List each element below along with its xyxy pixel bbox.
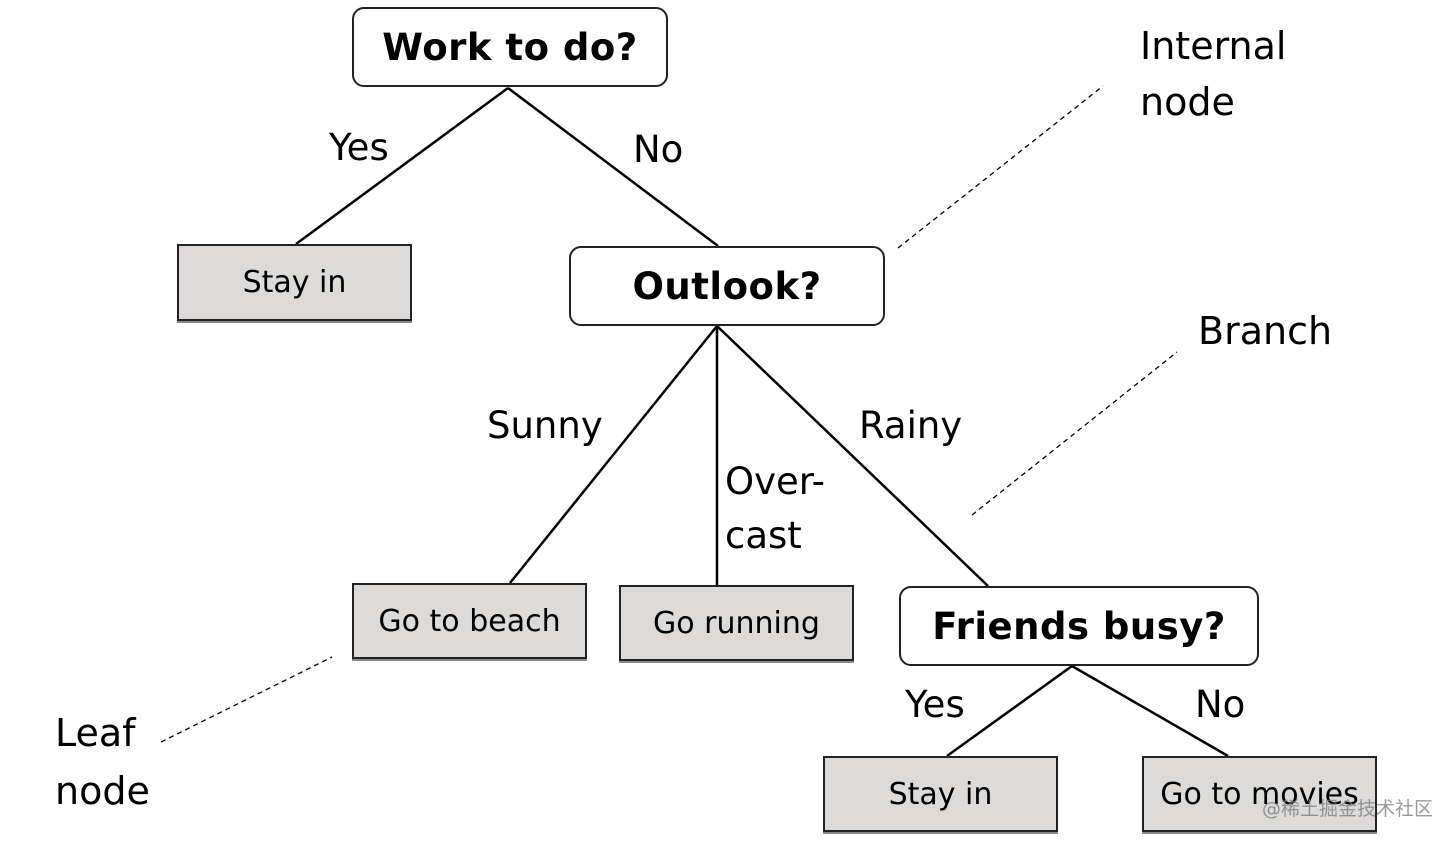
annotation-leaf-node-line2: node	[55, 769, 150, 813]
node-label: Friends busy?	[932, 604, 1226, 648]
leaf-label: Stay in	[888, 776, 993, 812]
edge-label-yes-root: Yes	[329, 126, 389, 169]
edge-label-overcast: Over- cast	[725, 455, 825, 563]
node-label: Work to do?	[382, 25, 638, 69]
edge-label-sunny: Sunny	[487, 404, 603, 447]
pointer-internal-node	[897, 85, 1104, 249]
annotation-leaf-node-line1: Leaf	[55, 711, 136, 755]
edge-root-outlook	[507, 87, 719, 247]
node-work-to-do: Work to do?	[352, 7, 668, 87]
watermark: @稀土掘金技术社区	[1261, 798, 1433, 820]
edge-friends-stay-in	[946, 664, 1073, 758]
edge-root-stay-in	[295, 86, 509, 246]
leaf-label: Go to beach	[378, 603, 561, 639]
edge-label-rainy: Rainy	[859, 404, 963, 447]
edge-outlook-beach	[509, 325, 718, 584]
leaf-stay-in-bottom: Stay in	[823, 756, 1058, 832]
node-friends-busy: Friends busy?	[899, 586, 1259, 666]
edge-label-no-friends: No	[1195, 683, 1246, 726]
pointer-branch	[971, 351, 1178, 516]
edge-label-no-root: No	[633, 128, 684, 171]
pointer-leaf-node	[160, 656, 333, 743]
edge-label-overcast-line2: cast	[725, 514, 802, 557]
annotation-internal-node: Internal node	[1140, 18, 1286, 130]
edge-label-overcast-line1: Over-	[725, 460, 825, 503]
edge-label-yes-friends: Yes	[905, 683, 965, 726]
annotation-leaf-node: Leaf node	[55, 704, 150, 820]
leaf-label: Go running	[653, 605, 820, 641]
node-outlook: Outlook?	[569, 246, 885, 326]
annotation-internal-node-line2: node	[1140, 80, 1235, 124]
leaf-label: Stay in	[242, 265, 347, 300]
annotation-branch-line1: Branch	[1198, 309, 1333, 353]
leaf-go-running: Go running	[619, 585, 854, 661]
annotation-branch: Branch	[1198, 304, 1332, 359]
leaf-go-to-beach: Go to beach	[352, 583, 587, 659]
leaf-stay-in-top: Stay in	[177, 244, 412, 321]
node-label: Outlook?	[632, 264, 822, 308]
annotation-internal-node-line1: Internal	[1140, 24, 1287, 68]
